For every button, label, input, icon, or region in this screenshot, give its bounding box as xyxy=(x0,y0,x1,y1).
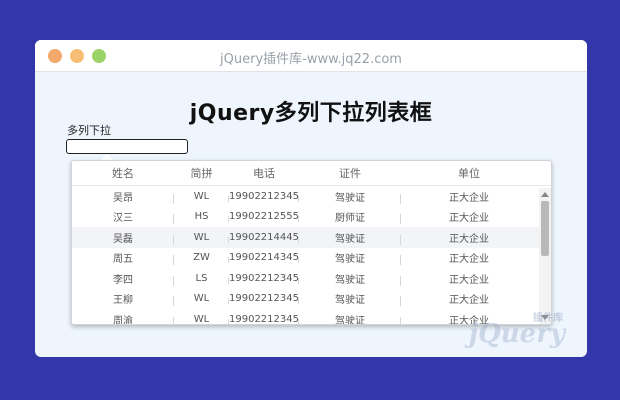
window-title: jQuery插件库-www.jq22.com xyxy=(220,52,402,67)
scroll-up-arrow-icon[interactable] xyxy=(541,192,549,197)
cell-certificate: 驾驶证 xyxy=(299,271,401,286)
table-row[interactable]: 吴昂 WL 19902212345 驾驶证 正大企业 xyxy=(72,186,551,207)
multi-column-combo-input[interactable] xyxy=(66,139,188,154)
header-pinyin: 简拼 xyxy=(190,167,213,180)
scroll-thumb[interactable] xyxy=(541,201,549,256)
cell-name: 李四 xyxy=(72,271,174,286)
cell-company: 正大企业 xyxy=(449,295,489,307)
cell-company: 正大企业 xyxy=(449,254,489,266)
cell-certificate: 驾驶证 xyxy=(299,250,401,266)
cell-company: 正大企业 xyxy=(449,274,489,286)
cell-phone: 19902214445 xyxy=(229,231,299,243)
cell-name: 周渝 xyxy=(72,312,174,324)
jquery-watermark-logo: jQuery 插件库 xyxy=(469,313,565,349)
header-company: 单位 xyxy=(458,167,480,180)
cell-certificate: 驾驶证 xyxy=(299,291,401,307)
cell-phone: 19902212555 xyxy=(229,211,299,223)
title-bar: jQuery插件库-www.jq22.com xyxy=(35,40,587,72)
table-header: 姓名 简拼 电话 证件 单位 xyxy=(72,161,551,186)
cell-pinyin: WL xyxy=(174,232,229,243)
cell-pinyin: WL xyxy=(174,314,229,324)
dropdown-scrollbar[interactable] xyxy=(539,188,551,324)
cell-company: 正大企业 xyxy=(449,213,489,225)
cell-company: 正大企业 xyxy=(449,233,489,245)
table-row[interactable]: 王柳 WL 19902212345 驾驶证 正大企业 xyxy=(72,289,551,310)
cell-certificate: 厨师证 xyxy=(299,209,401,225)
table-row[interactable]: 李四 LS 19902212345 驾驶证 正大企业 xyxy=(72,268,551,289)
header-certificate: 证件 xyxy=(339,167,361,180)
cell-phone: 19902212345 xyxy=(229,313,299,325)
cell-pinyin: LS xyxy=(174,273,229,284)
header-phone: 电话 xyxy=(253,167,275,180)
header-name: 姓名 xyxy=(112,167,134,180)
cell-pinyin: WL xyxy=(174,293,229,305)
cell-phone: 19902212345 xyxy=(229,190,299,202)
browser-window: jQuery插件库-www.jq22.com jQuery多列下拉列表框 多列下… xyxy=(35,40,587,357)
cell-phone: 19902212345 xyxy=(229,272,299,284)
watermark-sub-text: 插件库 xyxy=(533,313,563,324)
cell-name: 周五 xyxy=(72,250,174,266)
cell-certificate: 驾驶证 xyxy=(299,230,401,245)
cell-name: 吴磊 xyxy=(72,230,174,245)
cell-company: 正大企业 xyxy=(449,192,489,204)
cell-name: 汉三 xyxy=(72,209,174,225)
cell-phone: 19902212345 xyxy=(229,293,299,305)
cell-pinyin: ZW xyxy=(174,252,229,264)
cell-phone: 19902214345 xyxy=(229,252,299,264)
cell-certificate: 驾驶证 xyxy=(299,312,401,324)
cell-pinyin: WL xyxy=(174,191,229,202)
cell-pinyin: HS xyxy=(174,211,229,223)
page-title: jQuery多列下拉列表框 xyxy=(189,101,433,126)
cell-name: 吴昂 xyxy=(72,189,174,204)
table-row[interactable]: 周五 ZW 19902214345 驾驶证 正大企业 xyxy=(72,248,551,269)
table-row-highlighted[interactable]: 吴磊 WL 19902214445 驾驶证 正大企业 xyxy=(72,227,551,248)
table-row[interactable]: 汉三 HS 19902212555 厨师证 正大企业 xyxy=(72,207,551,228)
dropdown-table: 姓名 简拼 电话 证件 单位 吴昂 WL 19902212345 驾驶证 正大企… xyxy=(71,160,552,325)
cell-certificate: 驾驶证 xyxy=(299,189,401,204)
combo-label: 多列下拉 xyxy=(67,124,111,137)
cell-name: 王柳 xyxy=(72,291,174,307)
